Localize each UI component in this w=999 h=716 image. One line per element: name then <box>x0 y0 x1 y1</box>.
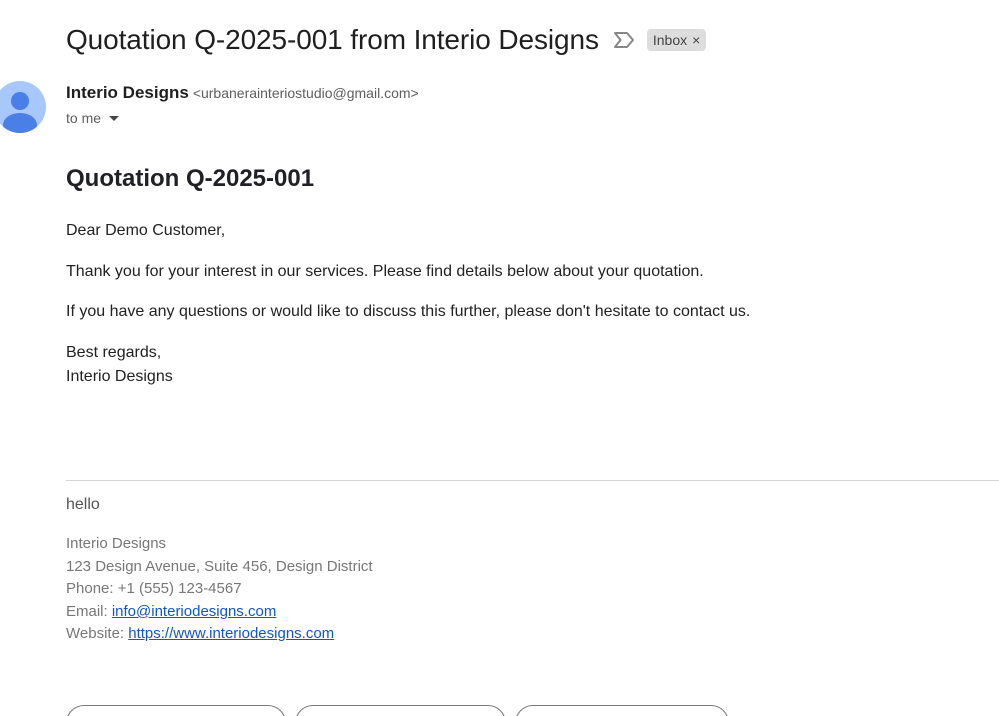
greeting: Dear Demo Customer, <box>66 222 226 239</box>
email-subject: Quotation Q-2025-001 from Interio Design… <box>66 24 599 55</box>
inbox-label-text: Inbox <box>652 32 688 48</box>
recipient-text: to me <box>66 110 102 126</box>
recipient-row: to me <box>66 110 120 126</box>
sender-email: <urbanerainteriostudio@gmail.com> <box>192 85 419 101</box>
remove-label-icon[interactable]: × <box>692 32 700 48</box>
sender-avatar[interactable] <box>0 81 46 133</box>
signature-email-link[interactable]: info@interiodesigns.com <box>112 603 276 620</box>
inbox-label-chip[interactable]: Inbox × <box>646 29 707 51</box>
footer-note: hello <box>66 496 100 513</box>
body-paragraph: If you have any questions or would like … <box>66 303 751 320</box>
signature-website-link[interactable]: https://www.interiodesigns.com <box>128 625 334 642</box>
signature-email-line: Email: info@interiodesigns.com <box>66 601 373 624</box>
person-avatar-icon <box>3 92 37 133</box>
signature-email-label: Email: <box>66 602 112 620</box>
signature-company: Interio Designs <box>66 535 167 552</box>
caret-down-icon[interactable] <box>109 115 120 121</box>
importance-marker-icon[interactable] <box>613 31 635 49</box>
signature-block: Interio Designs 123 Design Avenue, Suite… <box>66 533 373 646</box>
closing-name: Interio Designs <box>66 368 173 385</box>
forward-button[interactable] <box>515 705 729 716</box>
body-paragraph: Thank you for your interest in our servi… <box>66 263 704 280</box>
signature-address: 123 Design Avenue, Suite 456, Design Dis… <box>66 557 373 575</box>
signature-phone: Phone: +1 (555) 123-4567 <box>66 580 242 598</box>
reply-button[interactable] <box>66 705 286 716</box>
message-heading: Quotation Q-2025-001 <box>66 165 315 192</box>
signature-website-label: Website: <box>66 625 129 643</box>
signature-website-line: Website: https://www.interiodesigns.com <box>66 623 373 646</box>
reply-all-button[interactable] <box>295 705 506 716</box>
subject-row: Quotation Q-2025-001 from Interio Design… <box>66 22 707 58</box>
divider <box>66 480 999 481</box>
sender-row: Interio Designs <urbanerainteriostudio@g… <box>66 83 419 103</box>
sender-name[interactable]: Interio Designs <box>66 83 189 103</box>
message-body: Quotation Q-2025-001 Dear Demo Customer,… <box>66 162 966 389</box>
closing: Best regards, <box>66 344 162 361</box>
email-view: Quotation Q-2025-001 from Interio Design… <box>0 0 999 716</box>
